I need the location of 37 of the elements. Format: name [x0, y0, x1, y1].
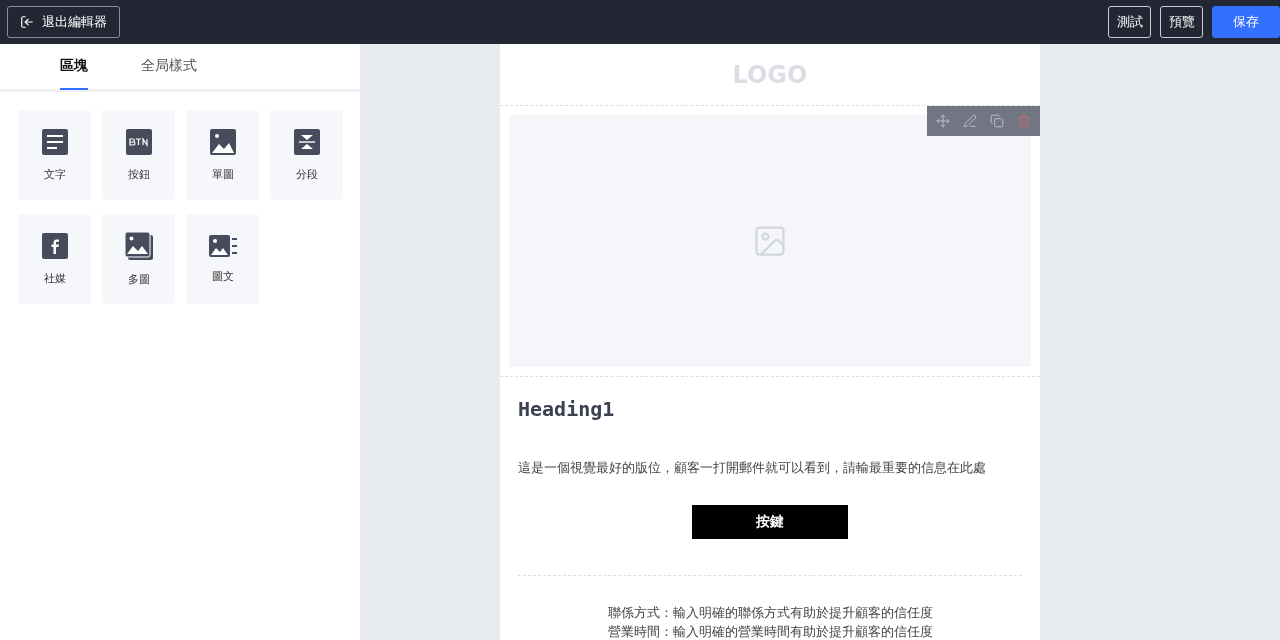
- exit-icon: [20, 15, 34, 29]
- footer-text: 營業時間：輸入明確的營業時間有助於提升顧客的信任度: [607, 623, 933, 640]
- block-label: 文字: [43, 166, 66, 182]
- image-icon: [209, 128, 236, 155]
- text-lines-icon: [41, 128, 68, 155]
- block-card[interactable]: 文字: [18, 110, 91, 200]
- block-card[interactable]: 單圖: [186, 110, 259, 200]
- edit-icon[interactable]: [963, 114, 977, 128]
- block-card[interactable]: 社媒: [18, 214, 91, 304]
- footer-text: 聯係方式：輸入明確的聯係方式有助於提升顧客的信任度: [607, 604, 933, 621]
- email-button[interactable]: 按鍵: [692, 505, 848, 539]
- move-icon[interactable]: [936, 114, 950, 128]
- paragraph-text: 這是一個視覺最好的版位，顧客一打開郵件就可以看到，請輸最重要的信息在此處: [518, 459, 987, 477]
- block-label: 多圖: [127, 271, 150, 287]
- images-icon: [124, 231, 153, 260]
- facebook-icon: [41, 232, 68, 259]
- copy-icon[interactable]: [990, 114, 1004, 128]
- block-label: 按鈕: [127, 166, 150, 182]
- image-text-icon: [208, 234, 237, 257]
- exit-editor-button[interactable]: 退出編輯器: [7, 6, 120, 38]
- block-label: 圖文: [211, 268, 234, 284]
- block-card[interactable]: 按鈕: [102, 110, 175, 200]
- toolbar-button[interactable]: 預覽: [1160, 6, 1203, 38]
- toolbar-button[interactable]: 測試: [1108, 6, 1151, 38]
- image-icon: [752, 223, 788, 259]
- save-button[interactable]: 保存: [1212, 6, 1280, 38]
- block-label: 社媒: [43, 270, 66, 286]
- heading-text: Heading1: [518, 397, 616, 421]
- sidebar-tab[interactable]: 區塊: [60, 44, 88, 90]
- block-card[interactable]: 多圖: [102, 214, 175, 304]
- block-card[interactable]: 圖文: [186, 214, 259, 304]
- block-card[interactable]: 分段: [270, 110, 343, 200]
- delete-icon[interactable]: [1017, 114, 1031, 128]
- block-label: 分段: [295, 166, 318, 182]
- btn-icon: [125, 128, 152, 155]
- block-label: 單圖: [211, 166, 234, 182]
- sidebar-tab[interactable]: 全局樣式: [141, 44, 197, 90]
